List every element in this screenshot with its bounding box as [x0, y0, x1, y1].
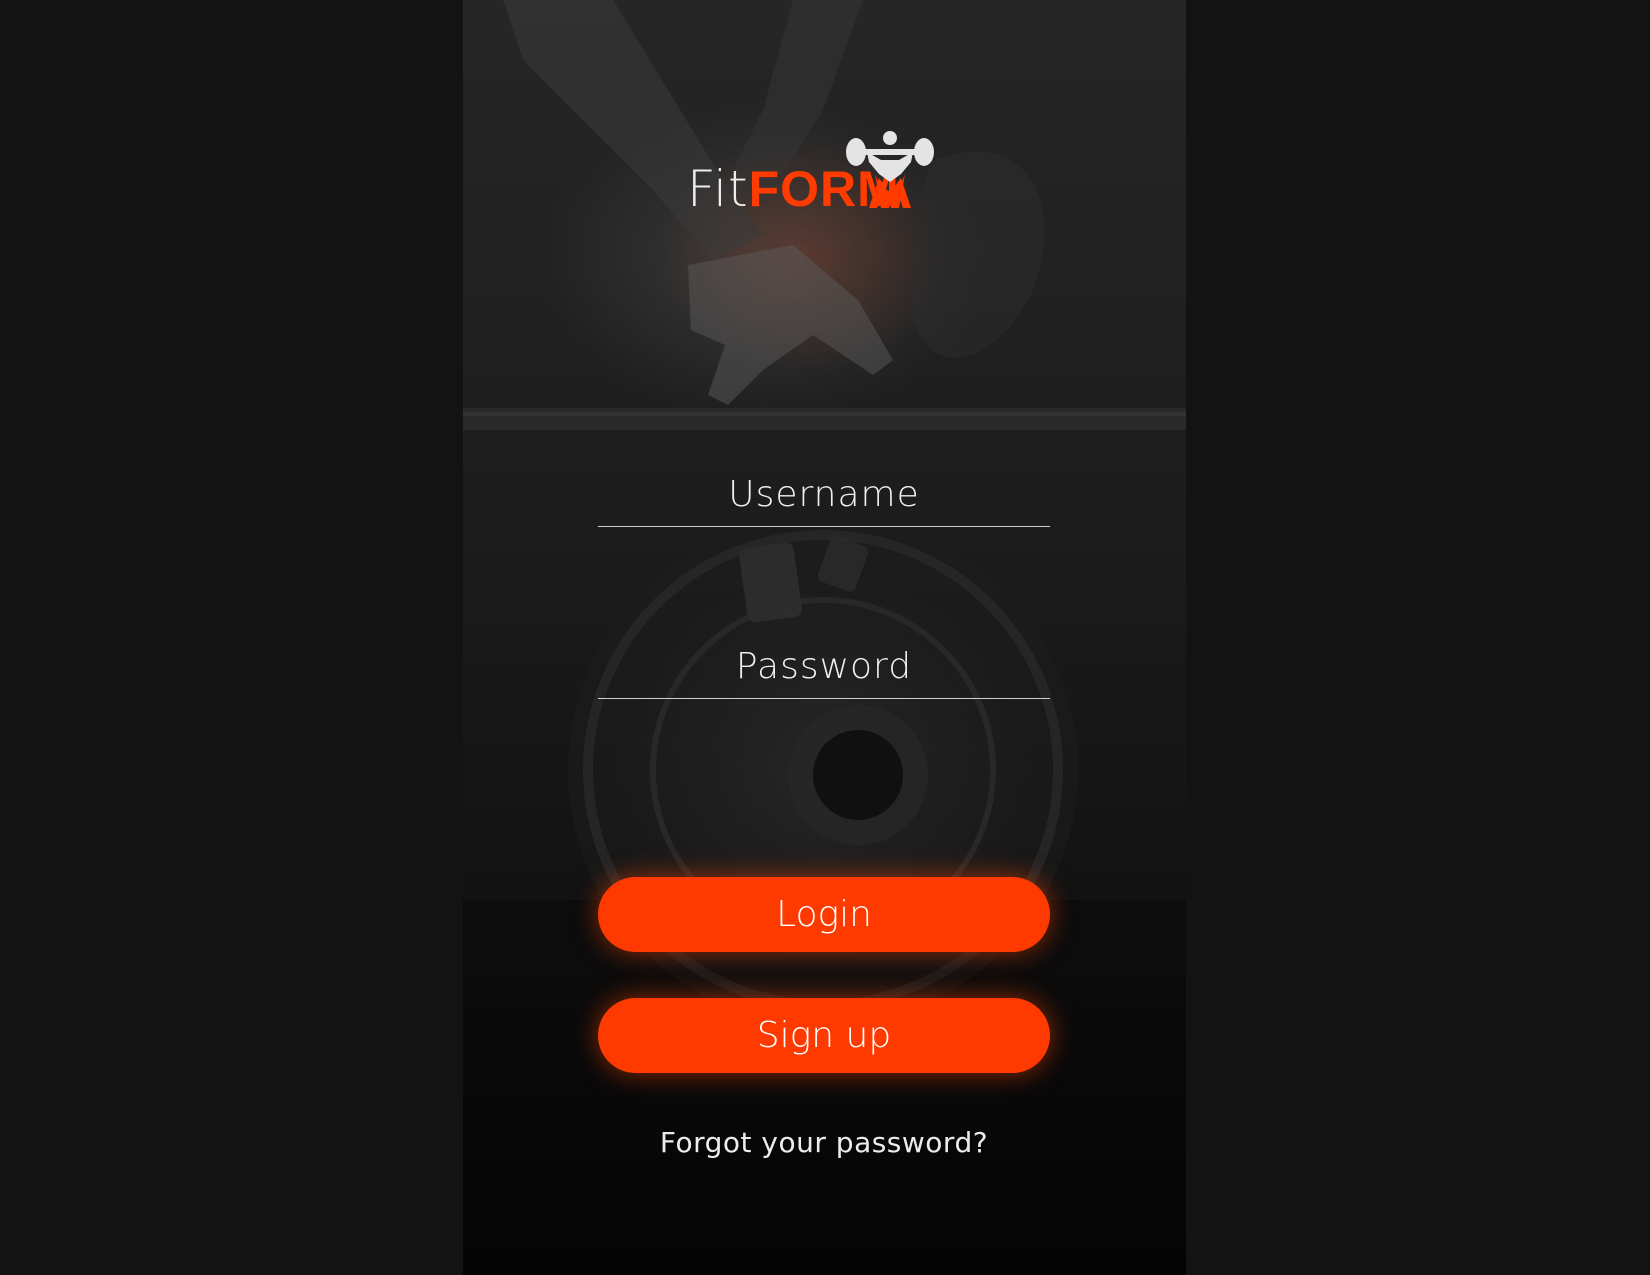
- username-field[interactable]: [598, 461, 1050, 527]
- signup-button[interactable]: Sign up: [598, 998, 1050, 1073]
- fitform-logo: FitFORM: [687, 130, 947, 220]
- password-field[interactable]: [598, 633, 1050, 699]
- page-backdrop: FitFORM Login Sign up: [0, 0, 1650, 1275]
- password-input[interactable]: [598, 633, 1050, 699]
- weightlifter-icon: [846, 131, 934, 208]
- forgot-password-link[interactable]: Forgot your password?: [598, 1126, 1050, 1159]
- login-button[interactable]: Login: [598, 877, 1050, 952]
- login-screen: FitFORM Login Sign up: [463, 0, 1186, 1275]
- logo-fit-text: Fit: [687, 160, 749, 218]
- username-input[interactable]: [598, 461, 1050, 527]
